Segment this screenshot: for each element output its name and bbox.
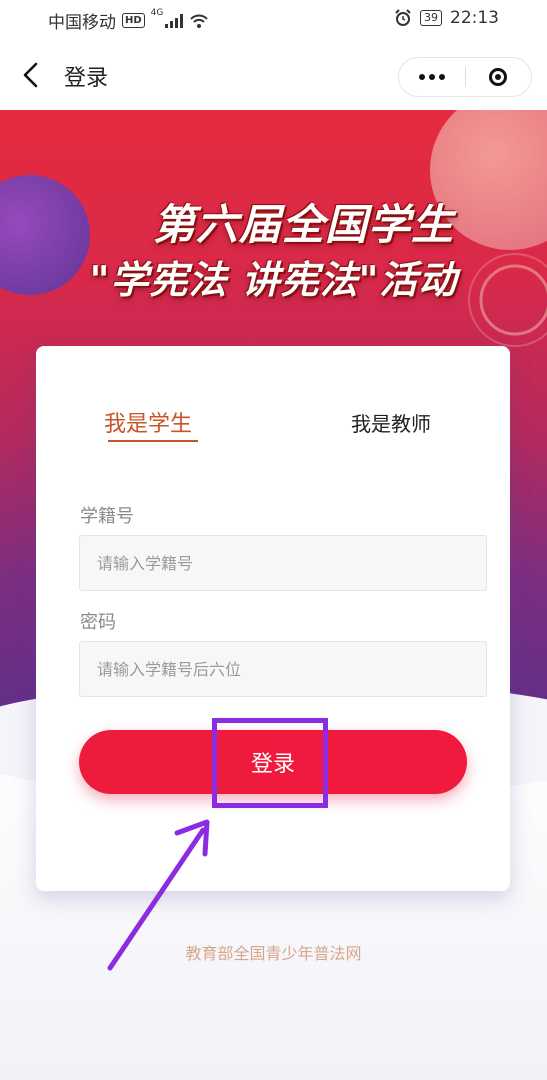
password-label: 密码	[80, 612, 116, 633]
more-options-button[interactable]	[399, 58, 465, 96]
wifi-icon	[190, 14, 209, 28]
alarm-icon	[395, 9, 411, 26]
target-icon	[489, 68, 507, 86]
student-id-input[interactable]	[80, 536, 486, 590]
event-banner: 第六届全国学生 "学宪法 讲宪法"活动	[0, 200, 547, 304]
signal-icon	[165, 13, 184, 28]
close-miniapp-button[interactable]	[465, 58, 531, 96]
active-tab-underline	[108, 440, 198, 442]
network-type: 4G	[150, 8, 164, 18]
banner-title-line1: 第六届全国学生	[152, 200, 454, 249]
student-id-field	[79, 535, 487, 591]
banner-title-line2: "学宪法 讲宪法"活动	[89, 258, 458, 302]
battery-icon: 39	[420, 10, 442, 26]
annotation-highlight-box	[212, 718, 328, 808]
hd-icon: HD	[122, 13, 145, 28]
tab-student[interactable]: 我是学生	[104, 406, 192, 438]
student-id-label: 学籍号	[80, 506, 134, 527]
status-bar: 中国移动 HD 4G 39 22:13	[0, 0, 547, 40]
password-field	[79, 641, 487, 697]
carrier-text: 中国移动	[48, 13, 116, 33]
back-arrow-icon[interactable]	[14, 58, 48, 92]
password-input[interactable]	[80, 642, 486, 696]
page-title: 登录	[64, 66, 109, 91]
tab-teacher[interactable]: 我是教师	[351, 408, 431, 437]
clock-text: 22:13	[450, 8, 499, 28]
nav-bar: 登录	[0, 40, 547, 110]
footer-credit: 教育部全国青少年普法网	[185, 944, 362, 963]
miniapp-capsule	[398, 57, 532, 97]
